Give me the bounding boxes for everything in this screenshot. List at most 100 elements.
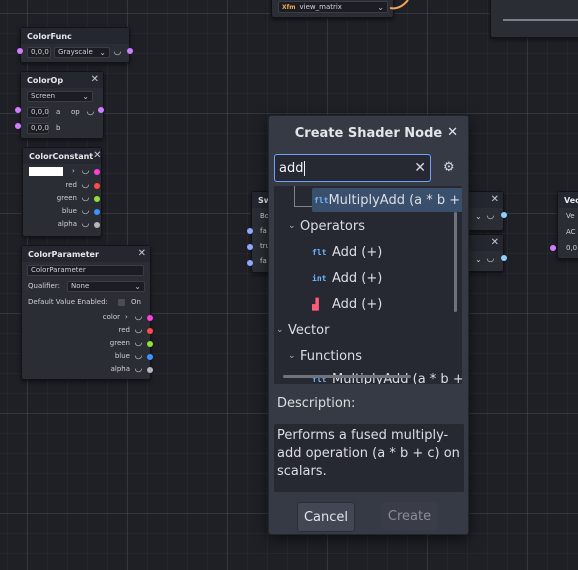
search-input[interactable]: add ✕ xyxy=(274,154,431,182)
green-port[interactable] xyxy=(94,196,100,202)
blue-port[interactable] xyxy=(94,209,100,215)
node-tree[interactable]: flt MultiplyAdd (a * b + c) ⌄ Operators … xyxy=(274,186,462,384)
color-port[interactable] xyxy=(94,169,100,175)
link-icon: ◡ xyxy=(135,324,142,335)
default-value-checkbox[interactable] xyxy=(118,298,125,306)
parameter-name-input[interactable]: ColorParameter xyxy=(27,264,144,276)
output-label-color: color xyxy=(102,312,120,321)
close-icon[interactable]: ✕ xyxy=(93,151,101,161)
color-swatch[interactable] xyxy=(29,166,63,176)
node-title[interactable]: ColorConstant ✕ xyxy=(23,148,102,164)
create-shader-node-dialog: Create Shader Node ✕ add ✕ ⚙ flt Multipl… xyxy=(268,115,469,535)
tree-item-label: Vector xyxy=(288,322,330,338)
tree-item-add-int[interactable]: int Add (+) xyxy=(312,266,382,290)
view-matrix-select[interactable]: Xfm view_matrix xyxy=(278,1,388,13)
output-label-blue: blue xyxy=(61,206,77,215)
node-title-text: ColorParameter xyxy=(28,249,99,259)
tree-item-add-float[interactable]: flt Add (+) xyxy=(312,240,382,264)
node-title[interactable]: ✕ xyxy=(467,235,503,251)
horizontal-scrollbar[interactable] xyxy=(283,375,411,378)
color-op-select-value: Screen xyxy=(31,92,56,100)
color-func-node[interactable]: ColorFunc 0,0,0 Grayscale ◡ xyxy=(20,27,130,63)
hidden-node-right-2[interactable]: ✕ ⌄ ◡ xyxy=(466,234,504,272)
close-icon[interactable]: ✕ xyxy=(491,195,499,205)
link-icon: ◡ xyxy=(135,337,142,348)
top-right-node-partial xyxy=(490,0,578,38)
bool-port[interactable] xyxy=(247,244,253,250)
link-icon: ◡ xyxy=(135,363,142,374)
node-title[interactable]: ColorOp ✕ xyxy=(21,72,103,88)
tree-item-multiplyadd-selected[interactable]: flt MultiplyAdd (a * b + c) xyxy=(312,188,462,212)
color-func-out-port[interactable] xyxy=(127,48,133,54)
node-title[interactable]: ✕ xyxy=(467,192,503,208)
blue-port[interactable] xyxy=(147,354,153,360)
chevron-right-icon: › xyxy=(125,312,128,321)
port-label-op: op xyxy=(71,108,80,116)
tree-item-add-color[interactable]: ▟ Add (+) xyxy=(312,292,382,316)
chevron-down-icon: ⌄ xyxy=(288,351,296,361)
node-title[interactable]: Vec xyxy=(558,192,578,208)
color-op-node[interactable]: ColorOp ✕ Screen 0,0,0 a op ◡ 0,0,0 b xyxy=(20,71,104,139)
color-op-select[interactable]: Screen xyxy=(27,90,93,102)
color-func-input[interactable]: 0,0,0 xyxy=(27,46,51,58)
red-port[interactable] xyxy=(94,183,100,189)
node-title[interactable]: ColorFunc xyxy=(21,28,129,44)
green-port[interactable] xyxy=(147,341,153,347)
color-func-in-port[interactable] xyxy=(17,48,23,54)
tree-item-functions[interactable]: ⌄ Functions xyxy=(288,344,362,368)
tools-icon[interactable]: ⚙ xyxy=(443,160,455,175)
color-func-select[interactable]: Grayscale xyxy=(54,46,110,58)
transform-type-icon: Xfm xyxy=(282,3,296,11)
search-query: add xyxy=(279,160,304,176)
top-right-node-bar xyxy=(503,19,578,21)
qualifier-label: Qualifier: xyxy=(28,282,60,290)
clear-icon[interactable]: ✕ xyxy=(414,160,426,176)
color-op-icon: ▟ xyxy=(312,297,319,311)
qualifier-select[interactable]: None xyxy=(67,280,145,292)
scalar-port[interactable] xyxy=(501,212,507,218)
vector-port[interactable] xyxy=(550,245,556,251)
red-port[interactable] xyxy=(147,328,153,334)
tree-item-label: Add (+) xyxy=(332,270,383,286)
color-op-a-input[interactable]: 0,0,0 xyxy=(27,106,49,118)
cancel-button[interactable]: Cancel xyxy=(297,502,355,532)
tree-item-vector[interactable]: ⌄ Vector xyxy=(276,318,329,342)
close-icon[interactable]: ✕ xyxy=(447,125,458,140)
text-caret xyxy=(304,160,306,176)
output-label-alpha: alpha xyxy=(110,364,130,373)
node-title-text: Vec xyxy=(564,195,578,205)
tree-guide-line xyxy=(294,206,312,207)
default-value-label: Default Value Enabled: xyxy=(28,298,108,306)
create-button[interactable]: Create xyxy=(381,502,438,530)
output-label-red: red xyxy=(118,325,130,334)
hidden-node-right-1[interactable]: ✕ ⌄ ◡ xyxy=(466,191,504,231)
close-icon[interactable]: ✕ xyxy=(91,75,99,85)
chevron-down-icon: ⌄ xyxy=(475,254,482,264)
color-op-out-port[interactable] xyxy=(98,107,104,113)
color-op-b-port[interactable] xyxy=(15,123,21,129)
color-op-b-input[interactable]: 0,0,0 xyxy=(27,122,49,134)
close-icon[interactable]: ✕ xyxy=(491,238,499,248)
color-parameter-node[interactable]: ColorParameter ✕ ColorParameter Qualifier… xyxy=(21,245,151,380)
switch-row-label: fa xyxy=(260,256,267,265)
color-constant-node[interactable]: ColorConstant ✕ › ◡ red ◡ green ◡ blue ◡ alp… xyxy=(22,147,102,237)
vertical-scrollbar[interactable] xyxy=(454,212,457,312)
vector-row-label: Ve xyxy=(566,212,575,220)
link-icon: ◡ xyxy=(135,350,142,361)
link-icon: ◡ xyxy=(82,192,89,203)
link-icon: ◡ xyxy=(82,166,89,176)
vector-node-partial[interactable]: Vec Ve AC 0,0 xyxy=(557,191,578,259)
bool-port[interactable] xyxy=(247,228,253,234)
close-icon[interactable]: ✕ xyxy=(138,249,146,259)
node-title[interactable]: ColorParameter ✕ xyxy=(22,246,150,262)
scalar-port[interactable] xyxy=(501,255,507,261)
alpha-port[interactable] xyxy=(94,222,100,228)
bool-port[interactable] xyxy=(247,260,253,266)
float-type-icon: flt xyxy=(312,247,327,257)
description-text: Performs a fused multiply-add operation … xyxy=(274,424,464,492)
color-port[interactable] xyxy=(147,315,153,321)
color-op-a-port[interactable] xyxy=(15,107,21,113)
tree-item-operators[interactable]: ⌄ Operators xyxy=(288,214,365,238)
chevron-down-icon: ⌄ xyxy=(475,211,482,221)
alpha-port[interactable] xyxy=(147,367,153,373)
